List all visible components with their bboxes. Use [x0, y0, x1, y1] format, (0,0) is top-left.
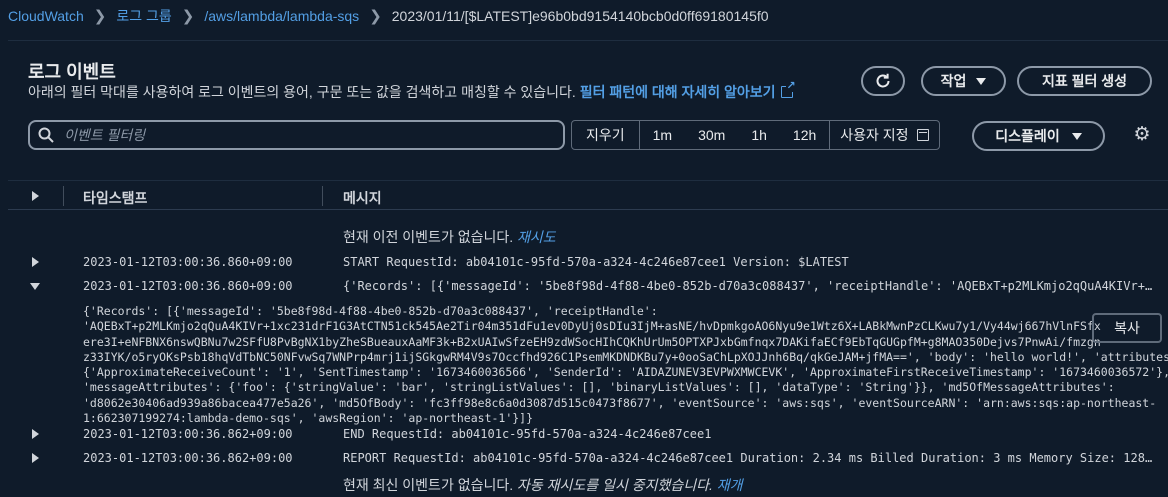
detail-line: {'ApproximateReceiveCount': '1', 'SentTi…: [83, 365, 1168, 380]
refresh-icon: [876, 73, 890, 88]
gear-icon[interactable]: ⚙: [1132, 125, 1152, 145]
row-message: {'Records': [{'messageId': '5be8f98d-4f8…: [343, 279, 1158, 293]
breadcrumb-log-groups-link[interactable]: 로그 그룹: [116, 6, 171, 26]
row-message: START RequestId: ab04101c-95fd-570a-a324…: [343, 255, 849, 269]
expand-all-icon[interactable]: [32, 191, 39, 201]
display-label: 디스플레이: [995, 128, 1060, 144]
time-range-custom-label: 사용자 지정: [840, 127, 909, 143]
time-range-custom[interactable]: 사용자 지정: [829, 121, 938, 149]
event-filter-search: [28, 120, 565, 150]
search-icon: [38, 127, 54, 143]
row-timestamp: 2023-01-12T03:00:36.860+09:00: [83, 279, 293, 293]
create-metric-filter-label: 지표 필터 생성: [1041, 73, 1128, 89]
expand-row-icon[interactable]: [32, 453, 39, 463]
breadcrumb: CloudWatch ❯ 로그 그룹 ❯ /aws/lambda/lambda-…: [8, 6, 769, 26]
chevron-right-icon: ❯: [181, 8, 195, 25]
retry-link[interactable]: 재시도: [517, 229, 556, 245]
breadcrumb-cloudwatch-link[interactable]: CloudWatch: [8, 8, 84, 24]
row-timestamp: 2023-01-12T03:00:36.860+09:00: [83, 255, 293, 269]
no-older-events-text: 현재 이전 이벤트가 없습니다.: [343, 229, 514, 245]
time-range-30m[interactable]: 30m: [685, 121, 738, 149]
table-row[interactable]: 2023-01-12T03:00:36.862+09:00 END Reques…: [8, 423, 1168, 445]
refresh-button[interactable]: [861, 66, 905, 96]
table-header: 타임스탬프 메시지: [8, 180, 1168, 210]
no-older-events-notice: 현재 이전 이벤트가 없습니다. 재시도: [343, 227, 556, 247]
resume-link[interactable]: 재개: [717, 477, 743, 493]
breadcrumb-log-group-link[interactable]: /aws/lambda/lambda-sqs: [204, 8, 359, 24]
time-range-selector: 지우기 1m 30m 1h 12h 사용자 지정: [571, 120, 940, 150]
row-timestamp: 2023-01-12T03:00:36.862+09:00: [83, 427, 293, 441]
table-row[interactable]: 2023-01-12T03:00:36.860+09:00 START Requ…: [8, 251, 1168, 273]
row-message: REPORT RequestId: ab04101c-95fd-570a-a32…: [343, 451, 1158, 465]
filter-pattern-learn-more-link[interactable]: 필터 패턴에 대해 자세히 알아보기: [579, 80, 796, 100]
column-header-timestamp[interactable]: 타임스탬프: [83, 188, 147, 208]
detail-line: ere3I+eNFBNX6nswQBNu7w2SFfU8PvBgNX1byZhe…: [83, 334, 1101, 349]
external-link-icon: [780, 80, 796, 98]
no-newer-events-notice: 현재 최신 이벤트가 없습니다. 자동 재시도를 일시 중지했습니다. 재개: [343, 475, 743, 495]
detail-line: 'messageAttributes': {'foo': {'stringVal…: [83, 380, 1115, 395]
caret-down-icon: [1071, 132, 1082, 140]
table-row[interactable]: 2023-01-12T03:00:36.862+09:00 REPORT Req…: [8, 447, 1168, 469]
detail-line: 'AQEBxT+p2MLKmjo2qQuA4KIVr+1xc231drF1G3A…: [83, 319, 1101, 334]
page-description: 아래의 필터 막대를 사용하여 로그 이벤트의 용어, 구문 또는 값을 검색하…: [28, 80, 796, 102]
chevron-right-icon: ❯: [369, 8, 382, 25]
create-metric-filter-button[interactable]: 지표 필터 생성: [1017, 66, 1152, 96]
row-message: END RequestId: ab04101c-95fd-570a-a324-4…: [343, 427, 712, 441]
time-range-1m[interactable]: 1m: [640, 121, 685, 149]
description-text: 아래의 필터 막대를 사용하여 로그 이벤트의 용어, 구문 또는 값을 검색하…: [28, 84, 576, 100]
search-input[interactable]: [64, 127, 544, 143]
detail-line: 'd8062e30406ad939a86bacea477e5a26', 'md5…: [83, 395, 1157, 410]
actions-label: 작업: [940, 73, 967, 89]
calendar-icon: [916, 129, 929, 141]
detail-line: {'Records': [{'messageId': '5be8f98d-4f8…: [83, 304, 658, 318]
no-newer-events-text: 현재 최신 이벤트가 없습니다.: [343, 477, 514, 493]
copy-button[interactable]: 복사: [1092, 313, 1162, 343]
time-range-clear[interactable]: 지우기: [572, 121, 640, 149]
auto-retry-paused-text: 자동 재시도를 일시 중지했습니다.: [517, 477, 713, 493]
table-row[interactable]: 2023-01-12T03:00:36.860+09:00 {'Records'…: [8, 275, 1168, 297]
time-range-12h[interactable]: 12h: [780, 121, 829, 149]
breadcrumb-current-stream: 2023/01/11/[$LATEST]e96b0bd9154140bcb0d0…: [391, 8, 769, 24]
time-range-1h[interactable]: 1h: [738, 121, 780, 149]
row-timestamp: 2023-01-12T03:00:36.862+09:00: [83, 451, 293, 465]
column-divider: [322, 186, 323, 206]
learn-more-label: 필터 패턴에 대해 자세히 알아보기: [579, 84, 776, 100]
column-header-message[interactable]: 메시지: [343, 188, 382, 208]
actions-dropdown-button[interactable]: 작업: [921, 66, 1006, 96]
log-events-panel: 로그 이벤트 아래의 필터 막대를 사용하여 로그 이벤트의 용어, 구문 또는…: [8, 40, 1168, 497]
expand-row-icon[interactable]: [32, 429, 39, 439]
expanded-event-detail: {'Records': [{'messageId': '5be8f98d-4f8…: [83, 304, 1168, 426]
chevron-right-icon: ❯: [93, 8, 107, 25]
expand-row-icon[interactable]: [32, 257, 39, 267]
page-title: 로그 이벤트: [28, 62, 116, 82]
column-divider: [63, 186, 64, 206]
detail-line: z33IYK/o5ryOKsPsb18hqVdTbNC50NFvwSq7WNPr…: [83, 349, 1168, 364]
collapse-row-icon[interactable]: [30, 283, 40, 290]
display-dropdown-button[interactable]: 디스플레이: [972, 121, 1105, 151]
caret-down-icon: [976, 77, 987, 85]
